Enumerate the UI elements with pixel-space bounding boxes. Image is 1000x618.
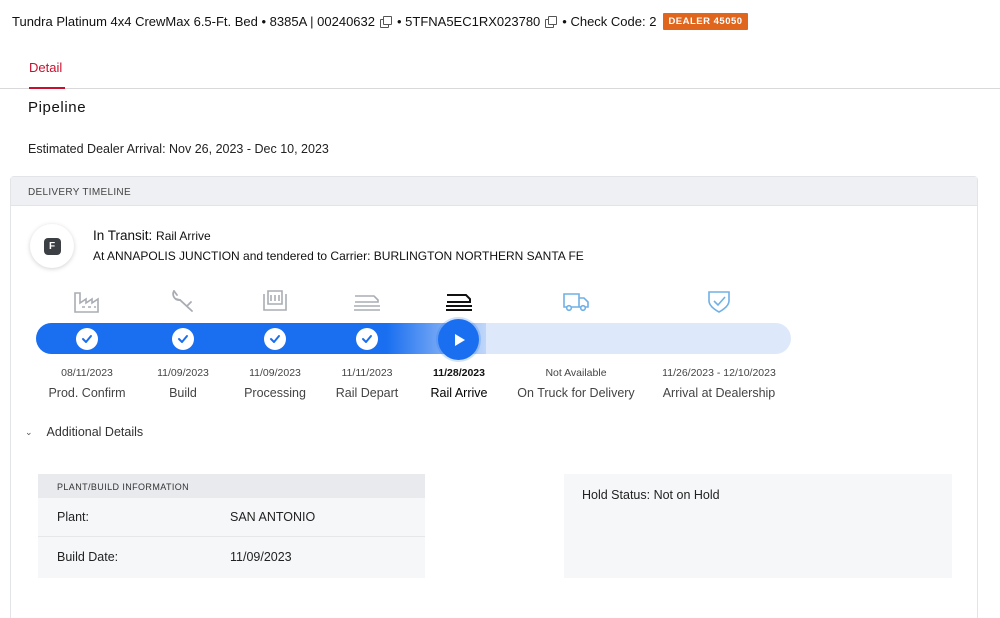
plant-label: Plant:	[57, 510, 89, 524]
page-title: Pipeline	[28, 99, 87, 116]
chevron-down-icon: ⌄	[25, 426, 33, 437]
tab-active-indicator	[29, 87, 65, 89]
railcar-icon-current	[446, 294, 472, 311]
status-label: In Transit:	[93, 228, 153, 243]
build-date-row: Build Date: 11/09/2023	[38, 537, 425, 576]
additional-details-label: Additional Details	[46, 425, 144, 439]
vehicle-description: Tundra Platinum 4x4 CrewMax 6.5-Ft. Bed …	[12, 13, 375, 29]
estimated-arrival: Estimated Dealer Arrival: Nov 26, 2023 -…	[28, 142, 329, 156]
vehicle-header: Tundra Platinum 4x4 CrewMax 6.5-Ft. Bed …	[12, 10, 748, 32]
stage-date: 11/26/2023 - 12/10/2023	[662, 367, 776, 379]
tab-bar: Detail	[0, 52, 1000, 89]
build-date-label: Build Date:	[57, 549, 119, 564]
stage-check-icon	[172, 328, 194, 350]
plant-row: Plant: SAN ANTONIO	[38, 498, 425, 537]
railcar-icon	[354, 295, 380, 311]
tab-detail[interactable]: Detail	[29, 60, 62, 75]
delivery-timeline-card: DELIVERY TIMELINE F In Transit: Rail Arr…	[10, 176, 978, 618]
stage-check-icon	[264, 328, 286, 350]
progress-fill	[36, 323, 486, 354]
build-date-value: 11/09/2023	[230, 549, 292, 564]
status-heading: In Transit: Rail Arrive	[93, 228, 211, 243]
check-code: • Check Code: 2	[562, 13, 657, 29]
vin: • 5TFNA5EC1RX023780	[396, 13, 541, 29]
stage-name: On Truck for Delivery	[517, 386, 635, 400]
additional-details-toggle[interactable]: ⌄ Additional Details	[25, 425, 143, 439]
status-sub: Rail Arrive	[156, 229, 211, 243]
hold-status: Hold Status: Not on Hold	[582, 488, 720, 502]
progress-track	[36, 323, 791, 354]
stage-check-icon	[76, 328, 98, 350]
stage-arrival-dealership: 11/26/2023 - 12/10/2023 Arrival at Deale…	[649, 367, 789, 400]
stage-name: Arrival at Dealership	[662, 386, 776, 400]
status-avatar: F	[30, 224, 74, 268]
truck-icon	[563, 293, 589, 312]
hold-status-panel: Hold Status: Not on Hold	[564, 474, 952, 578]
shield-check-icon	[708, 291, 730, 313]
seat-icon	[263, 290, 287, 311]
copy-vin-icon[interactable]	[545, 15, 558, 28]
copy-model-icon[interactable]	[379, 15, 392, 28]
wrench-icon	[172, 290, 193, 312]
plant-value: SAN ANTONIO	[230, 510, 316, 524]
dealer-badge: DEALER 45050	[663, 12, 748, 30]
stage-date: Not Available	[545, 367, 607, 379]
status-letter: F	[43, 237, 61, 255]
plant-build-header: PLANT/BUILD INFORMATION	[38, 474, 425, 498]
plant-build-panel: PLANT/BUILD INFORMATION Plant: SAN ANTON…	[38, 474, 425, 578]
stage-on-truck: Not Available On Truck for Delivery	[506, 367, 646, 400]
factory-icon	[74, 292, 99, 313]
stage-check-icon	[356, 328, 378, 350]
card-header: DELIVERY TIMELINE	[11, 177, 977, 206]
status-detail: At ANNAPOLIS JUNCTION and tendered to Ca…	[93, 249, 584, 263]
current-stage-play-icon	[438, 319, 479, 360]
